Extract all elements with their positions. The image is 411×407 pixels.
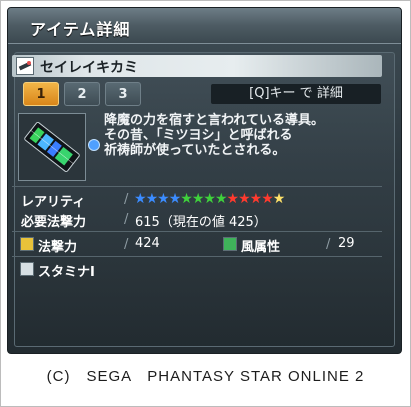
rarity-star-icon: ★ (261, 191, 274, 207)
item-name: セイレイキカミ (40, 60, 138, 76)
rarity-stars: ★★★★★★★★★★★★★ (134, 191, 286, 207)
stat-label-element: 風属性 (241, 240, 281, 255)
rarity-star-icon: ★ (249, 191, 263, 207)
rarity-star-icon: ★ (226, 191, 240, 207)
item-description: 降魔の力を宿すと言われている導具。 その昔、「ミツヨシ」と呼ばれる 祈祷師が使っ… (104, 113, 384, 158)
rarity-star-icon: ★ (157, 191, 170, 207)
wind-element-icon (223, 237, 237, 251)
divider (12, 256, 382, 257)
rarity-star-icon: ★ (238, 191, 251, 207)
requirement-value: 615（現在の値 425） (135, 215, 267, 230)
item-image (18, 113, 86, 181)
rarity-star-icon: ★ (145, 191, 159, 207)
rarity-star-icon: ★ (134, 191, 147, 207)
separator-slash: / (326, 237, 331, 252)
separator-slash: / (124, 192, 129, 207)
window-title: アイテム詳細 (30, 20, 131, 39)
stat-label-attack: 法撃力 (38, 240, 78, 255)
description-line-2: その昔、「ミツヨシ」と呼ばれる (104, 128, 293, 143)
rarity-star-icon: ★ (214, 191, 228, 207)
divider (12, 231, 382, 232)
divider (12, 186, 382, 187)
tab-3[interactable]: 3 (105, 82, 141, 106)
separator-slash: / (124, 212, 129, 227)
stat-value-element: 29 (338, 236, 355, 251)
rarity-label: レアリティ (21, 195, 86, 210)
rarity-star-icon: ★ (191, 191, 205, 207)
description-line-1: 降魔の力を宿すと言われている導具。 (104, 113, 324, 128)
wand-icon (16, 57, 34, 75)
ability-label: スタミナⅠ (38, 265, 95, 280)
requirement-label: 必要法撃力 (21, 215, 87, 230)
ability-icon (20, 262, 34, 276)
stat-value-attack: 424 (135, 236, 160, 251)
element-disc-icon (88, 139, 100, 151)
separator-slash: / (124, 237, 129, 252)
key-icon (20, 237, 34, 251)
description-line-3: 祈祷師が使っていたとされる。 (104, 143, 286, 158)
rarity-star-icon: ★ (272, 191, 286, 207)
rarity-star-icon: ★ (180, 191, 193, 207)
tab-1[interactable]: 1 (23, 82, 59, 106)
rarity-star-icon: ★ (203, 191, 216, 207)
tab-2[interactable]: 2 (64, 82, 100, 106)
rarity-star-icon: ★ (168, 191, 182, 207)
copyright-footer: (C) SEGA PHANTASY STAR ONLINE 2 (46, 368, 365, 385)
detail-hint[interactable]: [Q]キー で 詳細 (211, 84, 381, 104)
